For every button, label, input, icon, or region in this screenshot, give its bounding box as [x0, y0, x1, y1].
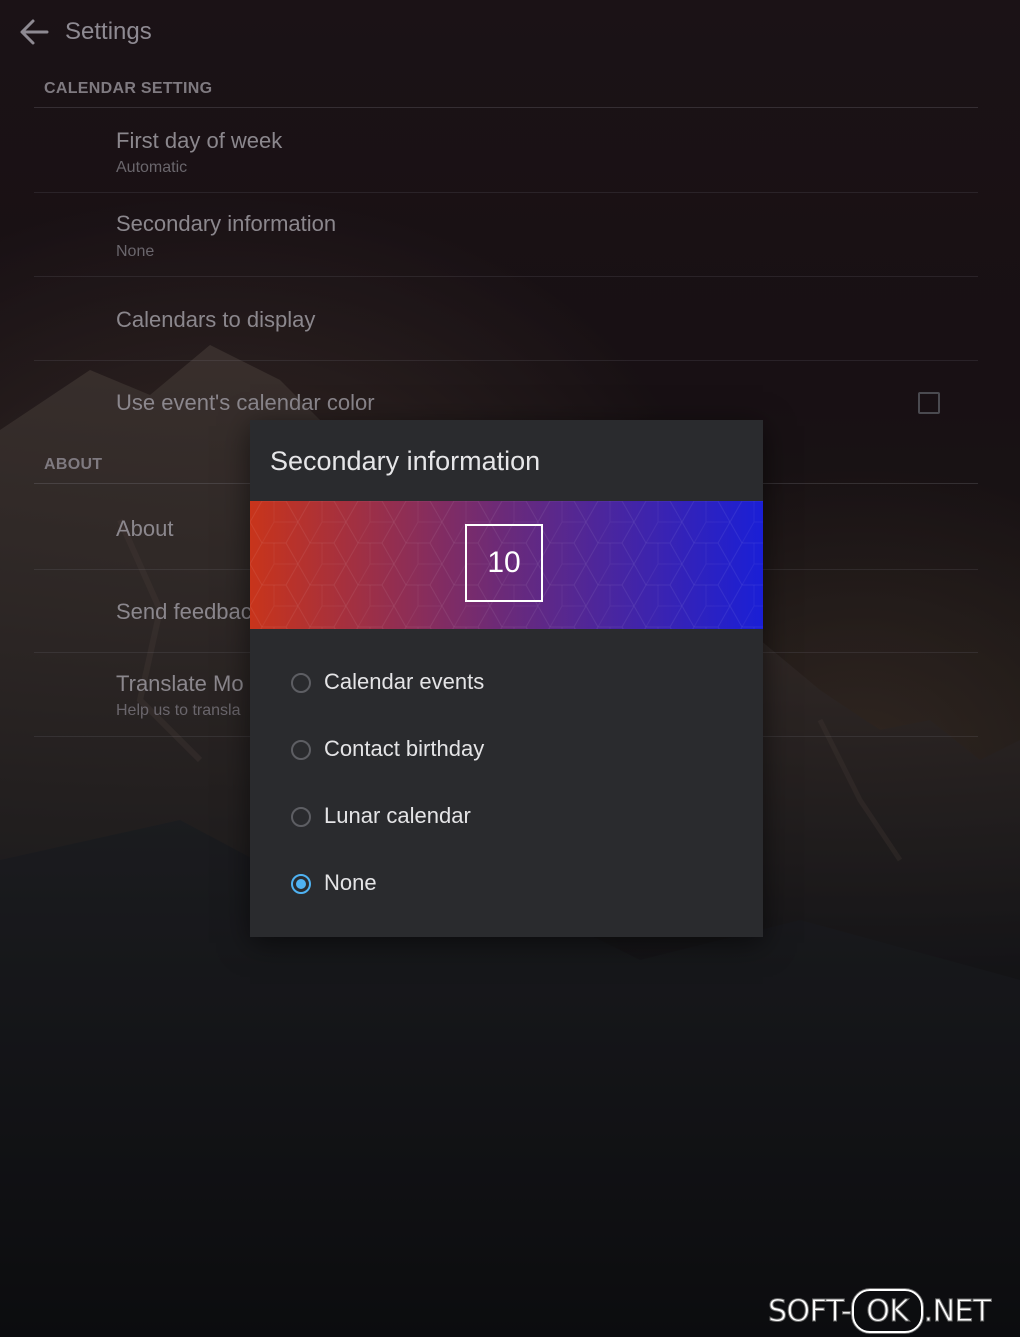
section-header-calendar-setting: CALENDAR SETTING [44, 80, 213, 97]
pref-summary: Help us to transla [116, 702, 241, 719]
dialog-title: Secondary information [270, 446, 541, 476]
radio-button[interactable] [291, 673, 311, 693]
preview-banner: 10 [250, 501, 763, 629]
page-title: Settings [65, 18, 152, 45]
option-label: None [324, 870, 377, 895]
pref-title: Translate Mo [116, 671, 244, 696]
watermark-left: SOFT- [767, 1293, 852, 1329]
row-divider [34, 276, 978, 277]
row-divider [34, 360, 978, 361]
option-label: Lunar calendar [324, 803, 471, 828]
screen: Settings CALENDAR SETTING First day of w… [0, 0, 1020, 1337]
watermark-box: OK [852, 1289, 923, 1333]
use-event-color-checkbox[interactable] [918, 392, 940, 414]
pref-summary: Automatic [116, 159, 188, 176]
pref-summary: None [116, 243, 155, 260]
option-label: Contact birthday [324, 736, 485, 761]
option-lunar-calendar[interactable]: Lunar calendar [250, 790, 763, 848]
radio-button[interactable] [291, 807, 311, 827]
secondary-information-dialog: Secondary information 10 Calendar events… [250, 420, 763, 937]
pref-title: Secondary information [116, 211, 337, 236]
back-arrow-icon[interactable] [16, 14, 52, 50]
radio-button[interactable] [291, 740, 311, 760]
watermark-logo: SOFT- OK .NET [767, 1287, 992, 1335]
row-divider [34, 192, 978, 193]
option-contact-birthday[interactable]: Contact birthday [250, 723, 763, 781]
section-divider [34, 107, 978, 108]
radio-button-selected[interactable] [291, 874, 311, 894]
option-calendar-events[interactable]: Calendar events [250, 656, 763, 714]
option-none[interactable]: None [250, 857, 763, 915]
option-label: Calendar events [324, 669, 485, 694]
pref-title: Send feedbac [116, 599, 252, 624]
pref-title: About [116, 516, 174, 541]
section-header-about: ABOUT [44, 456, 103, 473]
pref-title: Calendars to display [116, 307, 316, 332]
pref-title: First day of week [116, 128, 283, 153]
watermark-right: .NET [923, 1293, 992, 1329]
pref-title: Use event's calendar color [116, 390, 375, 415]
date-preview-box: 10 [465, 524, 543, 602]
app-bar: Settings [0, 0, 1020, 70]
